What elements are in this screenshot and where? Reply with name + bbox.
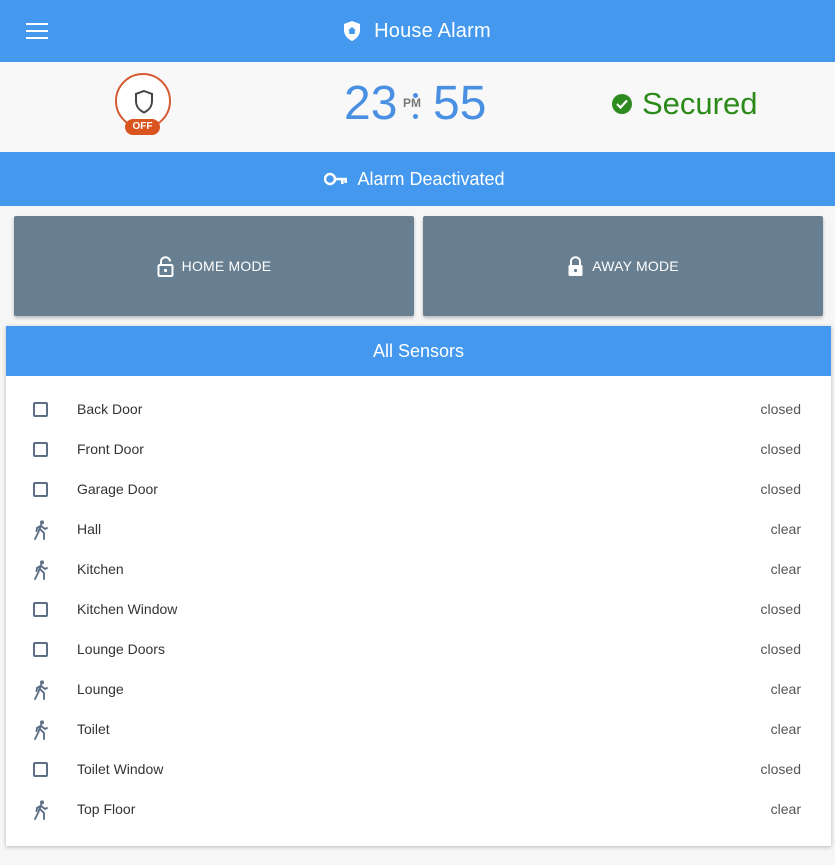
sensor-status: closed — [760, 401, 801, 417]
sensor-list: Back Door closed Front Door closed Garag… — [6, 390, 831, 830]
checkbox-icon — [32, 400, 50, 420]
sensor-row[interactable]: Toilet clear — [6, 710, 831, 750]
sensor-name: Garage Door — [77, 481, 158, 497]
security-status-text: Secured — [642, 86, 758, 121]
alarm-status-banner: Alarm Deactivated — [0, 152, 835, 206]
sensor-status: clear — [770, 801, 801, 817]
checkbox-icon — [32, 480, 50, 500]
alarm-state-badge: OFF — [125, 119, 160, 135]
checkbox-icon — [32, 440, 50, 460]
sensor-name: Top Floor — [77, 801, 136, 817]
shield-outline-icon — [135, 89, 153, 114]
sensor-status: clear — [770, 561, 801, 577]
sensor-row[interactable]: Kitchen Window closed — [6, 590, 831, 630]
walking-person-icon — [32, 800, 50, 820]
home-mode-label: HOME MODE — [181, 258, 272, 274]
app-header: House Alarm — [0, 0, 835, 62]
sensor-status: closed — [760, 761, 801, 777]
walking-person-icon — [32, 520, 50, 540]
sensor-status: clear — [770, 721, 801, 737]
checkbox-icon — [32, 760, 50, 780]
walking-person-icon — [32, 720, 50, 740]
key-icon — [324, 172, 348, 186]
lock-open-icon — [157, 255, 174, 277]
sensor-name: Toilet Window — [77, 761, 164, 777]
sensor-row[interactable]: Front Door closed — [6, 430, 831, 470]
header-title-group: House Alarm — [0, 0, 835, 62]
sensor-row[interactable]: Top Floor clear — [6, 790, 831, 830]
sensor-name: Front Door — [77, 441, 144, 457]
check-circle-icon — [612, 94, 632, 114]
sensor-status: clear — [770, 681, 801, 697]
sensor-name: Lounge Doors — [77, 641, 165, 657]
away-mode-label: AWAY MODE — [592, 258, 679, 274]
page-title: House Alarm — [374, 19, 491, 42]
security-status: Secured — [612, 86, 757, 122]
clock-hours: 23 — [344, 77, 398, 130]
sensor-name: Kitchen — [77, 561, 124, 577]
away-mode-button[interactable]: AWAY MODE — [423, 216, 823, 316]
sensor-name: Back Door — [77, 401, 143, 417]
sensor-row[interactable]: Hall clear — [6, 510, 831, 550]
sensor-row[interactable]: Garage Door closed — [6, 470, 831, 510]
sensor-status: closed — [760, 641, 801, 657]
sensors-card-title: All Sensors — [6, 326, 831, 376]
sensor-row[interactable]: Lounge Doors closed — [6, 630, 831, 670]
sensor-status: clear — [770, 521, 801, 537]
status-row: OFF 23 PM 55 Secured — [0, 62, 835, 152]
sensor-name: Hall — [77, 521, 102, 537]
sensor-name: Toilet — [77, 721, 110, 737]
checkbox-icon — [32, 640, 50, 660]
alarm-status-text: Alarm Deactivated — [357, 168, 505, 189]
sensor-row[interactable]: Back Door closed — [6, 390, 831, 430]
sensor-status: closed — [760, 441, 801, 457]
walking-person-icon — [32, 680, 50, 700]
walking-person-icon — [32, 560, 50, 580]
home-mode-button[interactable]: HOME MODE — [14, 216, 414, 316]
sensor-name: Kitchen Window — [77, 601, 178, 617]
sensor-row[interactable]: Kitchen clear — [6, 550, 831, 590]
checkbox-icon — [32, 600, 50, 620]
lock-icon — [568, 255, 583, 276]
clock-minutes: 55 — [433, 77, 487, 130]
shield-home-icon — [344, 21, 361, 41]
sensor-row[interactable]: Toilet Window closed — [6, 750, 831, 790]
sensor-row[interactable]: Lounge clear — [6, 670, 831, 710]
sensor-name: Lounge — [77, 681, 124, 697]
sensor-status: closed — [760, 601, 801, 617]
sensors-card: All Sensors Back Door closed Front Door … — [6, 326, 831, 846]
clock-colon-dot-bottom — [413, 114, 418, 119]
sensor-status: closed — [760, 481, 801, 497]
clock-ampm: PM — [403, 96, 421, 110]
